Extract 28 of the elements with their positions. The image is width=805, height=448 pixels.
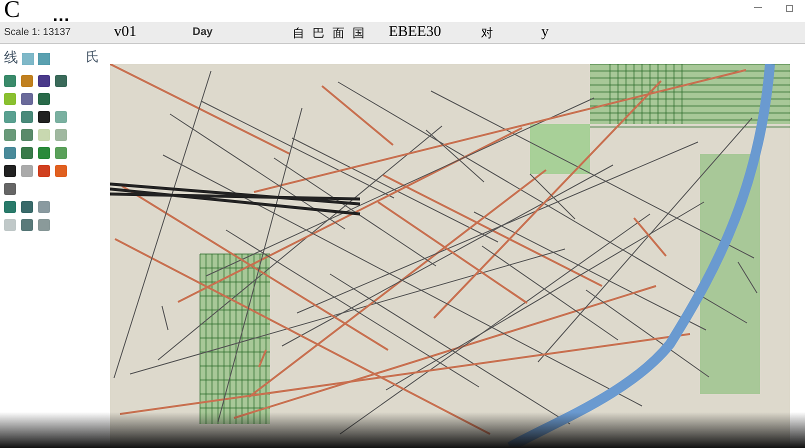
- window-title: C: [4, 0, 20, 22]
- map-symbol-icon[interactable]: [38, 165, 50, 177]
- map-symbol-icon[interactable]: [21, 93, 33, 105]
- maximize-icon[interactable]: [786, 5, 793, 12]
- map-symbol-icon[interactable]: [38, 75, 50, 87]
- map-symbol-icon[interactable]: [55, 75, 67, 87]
- palette-header: 线: [4, 49, 18, 68]
- side-label: 氏: [86, 49, 99, 67]
- map-symbol-icon[interactable]: [38, 93, 50, 105]
- toolbar-label: Day: [192, 25, 213, 40]
- toolbar-label: 自: [292, 24, 305, 42]
- toolbar-label: 面: [332, 24, 345, 42]
- map-symbol-icon[interactable]: [21, 201, 33, 213]
- map-symbol-icon[interactable]: [38, 111, 50, 123]
- map-symbol-icon[interactable]: [21, 147, 33, 159]
- map-symbol-icon[interactable]: [21, 219, 33, 231]
- map-symbol-icon[interactable]: [4, 201, 16, 213]
- map-symbol-icon[interactable]: [4, 183, 16, 195]
- toolbar-label: EBEE30: [388, 23, 442, 42]
- scale-label: Scale 1: 13137: [4, 26, 72, 40]
- toolbar-label: 巴: [312, 24, 325, 42]
- window-title-ellipsis: …: [52, 8, 70, 22]
- toolbar-label: 对: [481, 24, 494, 42]
- toolbar-label: y: [541, 23, 549, 42]
- map-symbol-icon[interactable]: [38, 52, 50, 64]
- toolbar-label: 国: [352, 24, 365, 42]
- map-symbol-icon[interactable]: [4, 165, 16, 177]
- toolbar-label: v01: [114, 23, 136, 42]
